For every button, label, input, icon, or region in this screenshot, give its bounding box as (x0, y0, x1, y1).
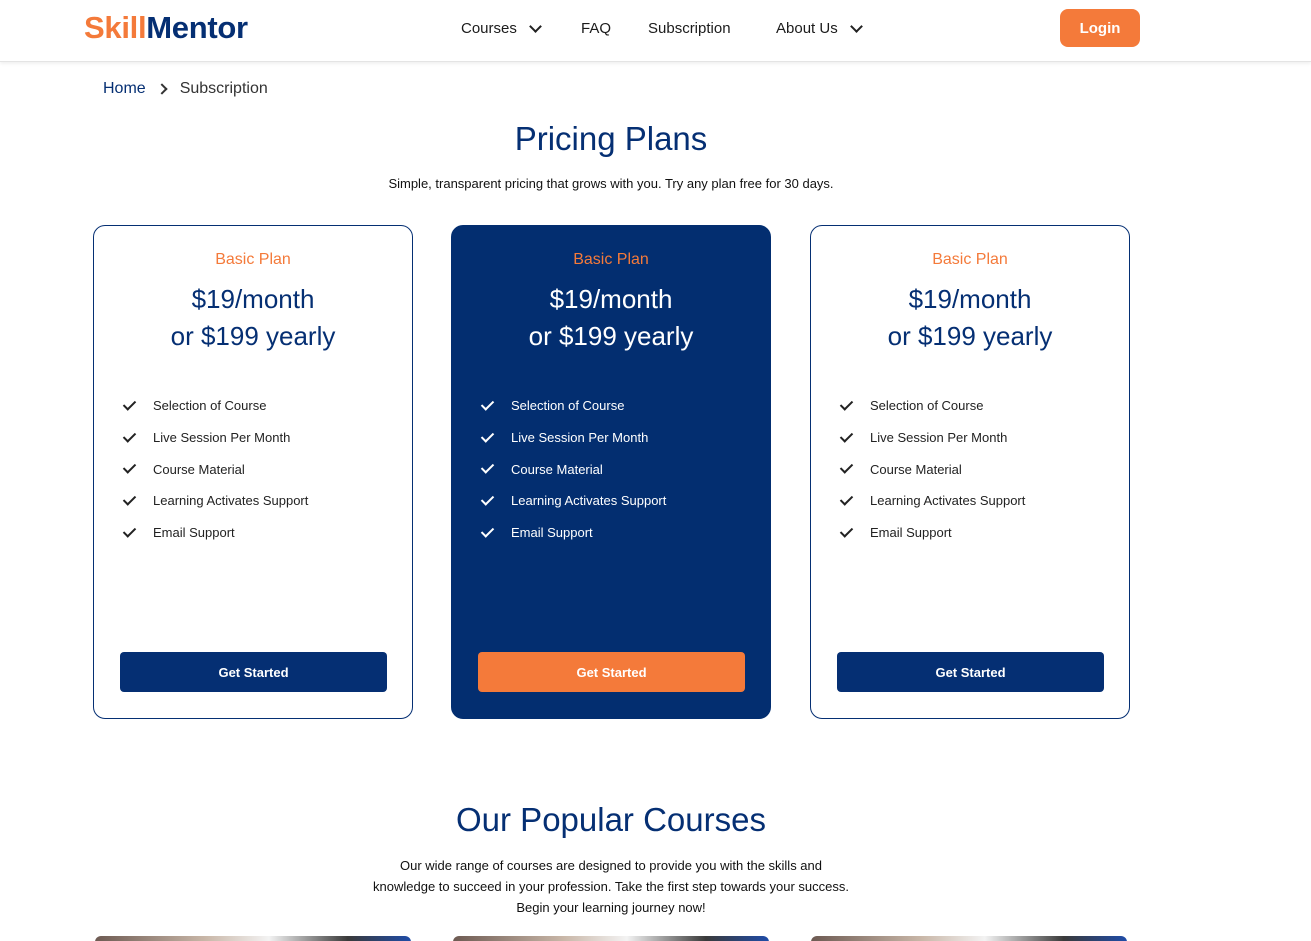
feature-label: Email Support (870, 525, 952, 541)
plan-price: $19/month or $199 yearly (94, 281, 412, 355)
nav-subscription[interactable]: Subscription (648, 20, 731, 37)
check-icon (122, 492, 137, 506)
feature-item: Learning Activates Support (122, 485, 308, 517)
chevron-down-icon (528, 19, 542, 33)
feature-item: Email Support (122, 517, 308, 549)
nav-faq[interactable]: FAQ (581, 20, 611, 37)
feature-label: Selection of Course (870, 398, 984, 414)
check-icon (122, 428, 137, 443)
feature-item: Course Material (839, 453, 1025, 485)
nav-faq-label: FAQ (581, 20, 612, 37)
feature-item: Selection of Course (480, 390, 666, 422)
get-started-button[interactable]: Get Started (837, 652, 1104, 692)
course-thumbnail[interactable] (811, 936, 1127, 941)
plan-price-yearly: or $199 yearly (170, 321, 336, 351)
check-icon (839, 397, 854, 411)
feature-item: Live Session Per Month (122, 422, 308, 454)
feature-label: Selection of Course (511, 398, 625, 414)
logo-skill-text: Skill (84, 10, 147, 45)
check-icon (122, 460, 137, 474)
check-icon (839, 492, 854, 506)
feature-label: Email Support (511, 525, 593, 541)
check-icon (839, 460, 854, 474)
check-icon (839, 428, 854, 443)
plan-price: $19/month or $199 yearly (452, 281, 770, 355)
logo[interactable]: SkillMentor (84, 10, 248, 46)
feature-item: Course Material (480, 453, 666, 485)
plan-name: Basic Plan (932, 251, 1008, 268)
feature-label: Live Session Per Month (153, 430, 291, 446)
breadcrumb: Home Subscription (103, 80, 268, 98)
plan-price-yearly: or $199 yearly (528, 321, 694, 351)
nav-subscription-label: Subscription (648, 20, 731, 37)
nav-about-us[interactable]: About Us (776, 19, 863, 37)
feature-label: Learning Activates Support (870, 493, 1026, 509)
feature-item: Live Session Per Month (839, 422, 1025, 454)
feature-label: Learning Activates Support (511, 493, 667, 509)
check-icon (480, 428, 495, 443)
feature-label: Course Material (511, 461, 603, 477)
plan-name: Basic Plan (215, 251, 291, 268)
plan-card-2-featured: Basic Plan $19/month or $199 yearly Sele… (451, 225, 771, 719)
feature-item: Selection of Course (839, 390, 1025, 422)
site-header: SkillMentor Courses FAQ Subscription Abo… (0, 0, 1311, 62)
check-icon (122, 523, 137, 538)
check-icon (122, 397, 137, 411)
plan-price-yearly: or $199 yearly (887, 321, 1053, 351)
feature-label: Course Material (870, 461, 962, 477)
pricing-title: Pricing Plans (514, 120, 708, 157)
get-started-button[interactable]: Get Started (120, 652, 387, 692)
plan-name: Basic Plan (573, 251, 649, 268)
nav-about-label: About Us (776, 20, 838, 37)
feature-item: Live Session Per Month (480, 422, 666, 454)
feature-item: Selection of Course (122, 390, 308, 422)
plan-features: Selection of Course Live Session Per Mon… (480, 390, 666, 548)
feature-label: Live Session Per Month (511, 430, 649, 446)
check-icon (480, 460, 495, 474)
get-started-button[interactable]: Get Started (478, 652, 745, 692)
feature-label: Selection of Course (153, 398, 267, 414)
feature-item: Email Support (839, 517, 1025, 549)
check-icon (480, 492, 495, 506)
login-button[interactable]: Login (1060, 9, 1140, 47)
popular-courses-title: Our Popular Courses (456, 801, 766, 838)
plan-price: $19/month or $199 yearly (811, 281, 1129, 355)
feature-item: Course Material (122, 453, 308, 485)
chevron-right-icon (156, 83, 168, 95)
check-icon (839, 523, 854, 538)
breadcrumb-current: Subscription (179, 80, 268, 97)
popular-courses-subtitle: Our wide range of courses are designed t… (373, 858, 849, 915)
plan-card-1: Basic Plan $19/month or $199 yearly Sele… (93, 225, 413, 719)
plan-price-monthly: $19/month (908, 284, 1032, 314)
plan-features: Selection of Course Live Session Per Mon… (839, 390, 1025, 548)
plan-price-monthly: $19/month (549, 284, 673, 314)
plan-card-3: Basic Plan $19/month or $199 yearly Sele… (810, 225, 1130, 719)
plan-price-monthly: $19/month (191, 284, 315, 314)
logo-mentor-text: Mentor (146, 10, 248, 45)
course-thumbnail[interactable] (95, 936, 411, 941)
nav-courses[interactable]: Courses (461, 19, 542, 37)
feature-label: Learning Activates Support (153, 493, 309, 509)
feature-label: Course Material (153, 461, 245, 477)
feature-item: Learning Activates Support (839, 485, 1025, 517)
nav-courses-label: Courses (461, 20, 517, 37)
check-icon (480, 523, 495, 538)
check-icon (480, 397, 495, 411)
course-thumbnail[interactable] (453, 936, 769, 941)
breadcrumb-home-link[interactable]: Home (103, 80, 146, 98)
feature-item: Learning Activates Support (480, 485, 666, 517)
pricing-subtitle: Simple, transparent pricing that grows w… (388, 176, 834, 191)
feature-item: Email Support (480, 517, 666, 549)
chevron-down-icon (849, 19, 863, 33)
feature-label: Email Support (153, 525, 235, 541)
feature-label: Live Session Per Month (870, 430, 1008, 446)
plan-features: Selection of Course Live Session Per Mon… (122, 390, 308, 548)
